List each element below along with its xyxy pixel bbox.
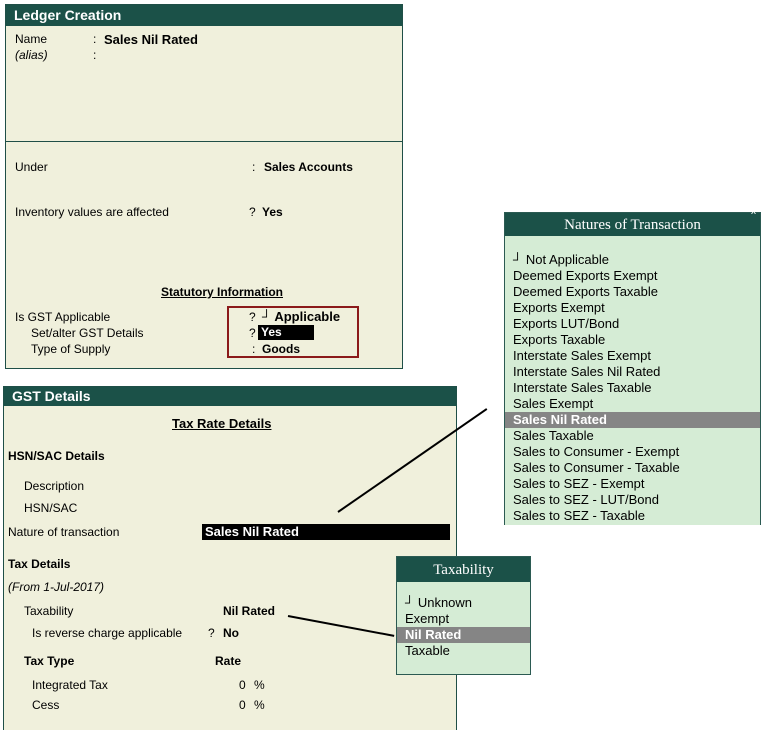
from-date: (From 1-Jul-2017) [8,580,105,594]
natures-list-item[interactable]: Sales Nil Rated [505,412,760,428]
natures-list-item[interactable]: Interstate Sales Exempt [513,348,651,364]
nature-label: Nature of transaction [8,525,120,539]
natures-list-item[interactable]: Sales to SEZ - Taxable [513,508,645,524]
alias-colon: : [93,48,97,62]
taxability-list-item[interactable]: Taxable [405,643,450,659]
natures-list-item[interactable]: Sales to Consumer - Taxable [513,460,680,476]
natures-list-item[interactable]: ┘ Not Applicable [513,252,609,268]
natures-list-item[interactable]: Interstate Sales Taxable [513,380,652,396]
tax-details-heading: Tax Details [8,557,71,571]
taxability-list-item[interactable]: Nil Rated [397,627,530,643]
supply-field[interactable]: Goods [262,342,300,356]
nature-field[interactable]: Sales Nil Rated [202,524,450,540]
name-label: Name [15,32,48,46]
under-field[interactable]: Sales Accounts [264,160,353,174]
gst-applicable-q: ? [249,310,256,324]
set-alter-field[interactable]: Yes [258,325,314,340]
natures-list-item[interactable]: Exports LUT/Bond [513,316,619,332]
hsn-heading: HSN/SAC Details [8,449,105,463]
cess-percent: % [254,698,265,712]
taxability-list: Taxability ┘ Unknown Exempt Nil Rated Taxab… [396,556,531,675]
reverse-q: ? [208,626,215,640]
set-alter-label: Set/alter GST Details [31,326,144,340]
taxability-label: Taxability [24,604,74,618]
taxability-title: Taxability [397,557,530,582]
integrated-percent: % [254,678,265,692]
taxability-field[interactable]: Nil Rated [223,604,275,618]
natures-list-item[interactable]: Deemed Exports Exempt [513,268,658,284]
integrated-label: Integrated Tax [32,678,108,692]
integrated-value[interactable]: 0 [239,678,246,692]
natures-list-item[interactable]: Sales Exempt [513,396,593,412]
name-field[interactable]: Sales Nil Rated [104,32,198,47]
gst-applicable-label: Is GST Applicable [15,310,111,324]
natures-list-item[interactable]: Sales to Consumer - Exempt [513,444,679,460]
supply-colon: : [252,342,256,356]
ledger-creation-title: Ledger Creation [6,5,402,26]
gst-applicable-field[interactable]: ┘ Applicable [262,309,340,324]
cess-value[interactable]: 0 [239,698,246,712]
natures-list-item[interactable]: Exports Exempt [513,300,605,316]
natures-list-item[interactable]: Sales to SEZ - LUT/Bond [513,492,659,508]
natures-of-transaction-list: Natures of Transaction x ┘ Not Applicabl… [504,207,761,525]
supply-label: Type of Supply [31,342,111,356]
tax-rate-heading: Tax Rate Details [172,416,272,431]
statutory-heading: Statutory Information [161,285,283,299]
taxability-list-item[interactable]: ┘ Unknown [405,595,472,611]
inventory-field[interactable]: Yes [262,205,283,219]
ledger-creation-panel: Ledger Creation Name : Sales Nil Rated (… [5,4,403,369]
cess-label: Cess [32,698,60,712]
set-alter-q: ? [249,326,256,340]
natures-list-item[interactable]: Sales Taxable [513,428,594,444]
close-icon[interactable]: x [751,207,756,217]
alias-label: (alias) [15,48,48,62]
rate-heading: Rate [215,654,242,668]
natures-list-item[interactable]: Interstate Sales Nil Rated [513,364,660,380]
hsn-label: HSN/SAC [24,501,78,515]
reverse-label: Is reverse charge applicable [32,626,183,640]
section-divider [6,141,402,142]
description-label: Description [24,479,85,493]
inventory-q: ? [249,205,256,219]
natures-list-item[interactable]: Exports Taxable [513,332,605,348]
taxability-list-item[interactable]: Exempt [405,611,449,627]
gst-details-panel: GST Details Tax Rate Details HSN/SAC Det… [3,386,457,730]
tax-type-heading: Tax Type [24,654,75,668]
reverse-field[interactable]: No [223,626,239,640]
gst-details-title: GST Details [4,387,456,406]
under-label: Under [15,160,48,174]
under-colon: : [252,160,256,174]
natures-list-item[interactable]: Sales to SEZ - Exempt [513,476,645,492]
name-colon: : [93,32,97,46]
natures-title: Natures of Transaction [505,213,760,236]
inventory-label: Inventory values are affected [15,205,169,219]
natures-list-item[interactable]: Deemed Exports Taxable [513,284,658,300]
